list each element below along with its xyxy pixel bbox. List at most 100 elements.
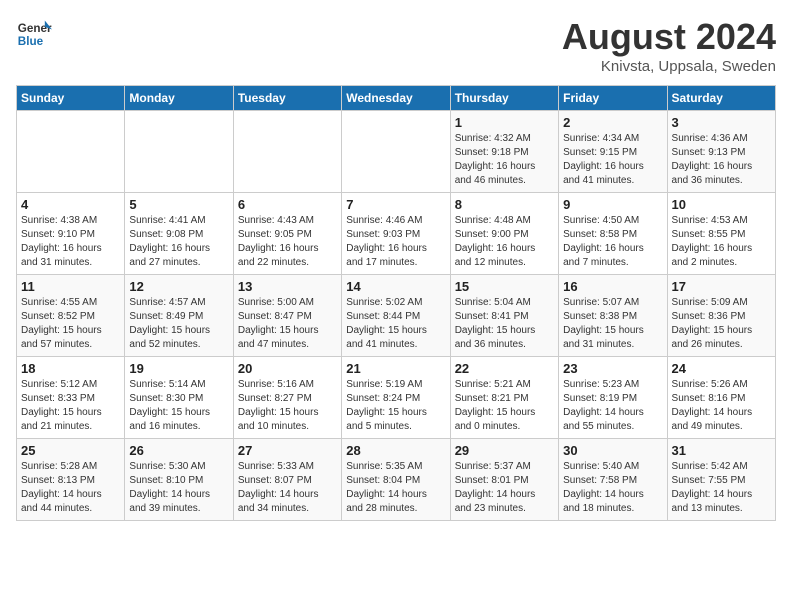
calendar-cell: 6 Sunrise: 4:43 AM Sunset: 9:05 PM Daylig… <box>233 193 341 275</box>
day-number: 3 <box>672 115 771 130</box>
day-number: 22 <box>455 361 554 376</box>
day-info: Sunrise: 4:46 AM Sunset: 9:03 PM Dayligh… <box>346 214 445 270</box>
calendar-table: SundayMondayTuesdayWednesdayThursdayFrid… <box>16 85 776 521</box>
day-info: Sunrise: 5:00 AM Sunset: 8:47 PM Dayligh… <box>238 296 337 352</box>
day-info: Sunrise: 5:21 AM Sunset: 8:21 PM Dayligh… <box>455 378 554 434</box>
day-info: Sunrise: 5:19 AM Sunset: 8:24 PM Dayligh… <box>346 378 445 434</box>
day-number: 13 <box>238 279 337 294</box>
day-info: Sunrise: 5:37 AM Sunset: 8:01 PM Dayligh… <box>455 460 554 516</box>
day-info: Sunrise: 5:40 AM Sunset: 7:58 PM Dayligh… <box>563 460 662 516</box>
day-header-wednesday: Wednesday <box>342 86 450 111</box>
day-number: 14 <box>346 279 445 294</box>
calendar-cell <box>17 111 125 193</box>
day-info: Sunrise: 4:41 AM Sunset: 9:08 PM Dayligh… <box>129 214 228 270</box>
day-number: 25 <box>21 443 120 458</box>
day-info: Sunrise: 5:28 AM Sunset: 8:13 PM Dayligh… <box>21 460 120 516</box>
calendar-cell: 19Sunrise: 5:14 AM Sunset: 8:30 PM Dayli… <box>125 357 233 439</box>
calendar-cell: 13 Sunrise: 5:00 AM Sunset: 8:47 PM Dayli… <box>233 275 341 357</box>
day-header-monday: Monday <box>125 86 233 111</box>
calendar-cell: 1Sunrise: 4:32 AM Sunset: 9:18 PM Daylig… <box>450 111 558 193</box>
calendar-cell: 8 Sunrise: 4:48 AM Sunset: 9:00 PM Daylig… <box>450 193 558 275</box>
day-number: 11 <box>21 279 120 294</box>
day-info: Sunrise: 5:14 AM Sunset: 8:30 PM Dayligh… <box>129 378 228 434</box>
calendar-cell <box>233 111 341 193</box>
week-row-4: 18 Sunrise: 5:12 AM Sunset: 8:33 PM Dayli… <box>17 357 776 439</box>
calendar-cell: 5 Sunrise: 4:41 AM Sunset: 9:08 PM Daylig… <box>125 193 233 275</box>
header-row: SundayMondayTuesdayWednesdayThursdayFrid… <box>17 86 776 111</box>
day-info: Sunrise: 5:16 AM Sunset: 8:27 PM Dayligh… <box>238 378 337 434</box>
day-info: Sunrise: 4:50 AM Sunset: 8:58 PM Dayligh… <box>563 214 662 270</box>
calendar-cell: 23 Sunrise: 5:23 AM Sunset: 8:19 PM Dayli… <box>559 357 667 439</box>
day-number: 9 <box>563 197 662 212</box>
day-info: Sunrise: 4:55 AM Sunset: 8:52 PM Dayligh… <box>21 296 120 352</box>
day-number: 6 <box>238 197 337 212</box>
day-info: Sunrise: 5:42 AM Sunset: 7:55 PM Dayligh… <box>672 460 771 516</box>
day-info: Sunrise: 4:38 AM Sunset: 9:10 PM Dayligh… <box>21 214 120 270</box>
day-number: 26 <box>129 443 228 458</box>
day-number: 15 <box>455 279 554 294</box>
calendar-cell: 31Sunrise: 5:42 AM Sunset: 7:55 PM Dayli… <box>667 439 775 521</box>
day-info: Sunrise: 5:02 AM Sunset: 8:44 PM Dayligh… <box>346 296 445 352</box>
title-block: August 2024 Knivsta, Uppsala, Sweden <box>562 16 776 75</box>
day-info: Sunrise: 4:57 AM Sunset: 8:49 PM Dayligh… <box>129 296 228 352</box>
day-info: Sunrise: 5:30 AM Sunset: 8:10 PM Dayligh… <box>129 460 228 516</box>
week-row-3: 11 Sunrise: 4:55 AM Sunset: 8:52 PM Dayli… <box>17 275 776 357</box>
day-number: 7 <box>346 197 445 212</box>
calendar-cell: 15 Sunrise: 5:04 AM Sunset: 8:41 PM Dayli… <box>450 275 558 357</box>
day-number: 5 <box>129 197 228 212</box>
day-number: 18 <box>21 361 120 376</box>
day-number: 2 <box>563 115 662 130</box>
calendar-cell: 26 Sunrise: 5:30 AM Sunset: 8:10 PM Dayli… <box>125 439 233 521</box>
day-header-sunday: Sunday <box>17 86 125 111</box>
day-number: 17 <box>672 279 771 294</box>
day-number: 23 <box>563 361 662 376</box>
day-info: Sunrise: 5:35 AM Sunset: 8:04 PM Dayligh… <box>346 460 445 516</box>
day-info: Sunrise: 5:04 AM Sunset: 8:41 PM Dayligh… <box>455 296 554 352</box>
calendar-cell: 22 Sunrise: 5:21 AM Sunset: 8:21 PM Dayli… <box>450 357 558 439</box>
day-info: Sunrise: 4:34 AM Sunset: 9:15 PM Dayligh… <box>563 132 662 188</box>
calendar-cell: 28 Sunrise: 5:35 AM Sunset: 8:04 PM Dayli… <box>342 439 450 521</box>
day-number: 30 <box>563 443 662 458</box>
day-number: 8 <box>455 197 554 212</box>
calendar-cell: 18 Sunrise: 5:12 AM Sunset: 8:33 PM Dayli… <box>17 357 125 439</box>
day-info: Sunrise: 4:48 AM Sunset: 9:00 PM Dayligh… <box>455 214 554 270</box>
calendar-cell: 24Sunrise: 5:26 AM Sunset: 8:16 PM Dayli… <box>667 357 775 439</box>
week-row-5: 25 Sunrise: 5:28 AM Sunset: 8:13 PM Dayli… <box>17 439 776 521</box>
calendar-cell: 29Sunrise: 5:37 AM Sunset: 8:01 PM Dayli… <box>450 439 558 521</box>
week-row-2: 4 Sunrise: 4:38 AM Sunset: 9:10 PM Daylig… <box>17 193 776 275</box>
location: Knivsta, Uppsala, Sweden <box>562 58 776 75</box>
day-header-thursday: Thursday <box>450 86 558 111</box>
day-info: Sunrise: 4:43 AM Sunset: 9:05 PM Dayligh… <box>238 214 337 270</box>
calendar-cell: 21Sunrise: 5:19 AM Sunset: 8:24 PM Dayli… <box>342 357 450 439</box>
day-number: 27 <box>238 443 337 458</box>
day-info: Sunrise: 5:23 AM Sunset: 8:19 PM Dayligh… <box>563 378 662 434</box>
calendar-cell <box>342 111 450 193</box>
calendar-cell: 4 Sunrise: 4:38 AM Sunset: 9:10 PM Daylig… <box>17 193 125 275</box>
day-number: 4 <box>21 197 120 212</box>
day-number: 16 <box>563 279 662 294</box>
calendar-cell: 25 Sunrise: 5:28 AM Sunset: 8:13 PM Dayli… <box>17 439 125 521</box>
day-header-saturday: Saturday <box>667 86 775 111</box>
day-info: Sunrise: 4:36 AM Sunset: 9:13 PM Dayligh… <box>672 132 771 188</box>
calendar-cell: 12 Sunrise: 4:57 AM Sunset: 8:49 PM Dayli… <box>125 275 233 357</box>
logo-icon: General Blue <box>16 16 52 52</box>
svg-text:Blue: Blue <box>18 35 44 48</box>
day-number: 1 <box>455 115 554 130</box>
calendar-cell: 7 Sunrise: 4:46 AM Sunset: 9:03 PM Daylig… <box>342 193 450 275</box>
day-header-tuesday: Tuesday <box>233 86 341 111</box>
day-info: Sunrise: 5:12 AM Sunset: 8:33 PM Dayligh… <box>21 378 120 434</box>
calendar-cell: 10Sunrise: 4:53 AM Sunset: 8:55 PM Dayli… <box>667 193 775 275</box>
day-info: Sunrise: 5:33 AM Sunset: 8:07 PM Dayligh… <box>238 460 337 516</box>
logo: General Blue <box>16 16 52 52</box>
page-header: General Blue August 2024 Knivsta, Uppsal… <box>16 16 776 75</box>
calendar-cell: 17 Sunrise: 5:09 AM Sunset: 8:36 PM Dayli… <box>667 275 775 357</box>
day-info: Sunrise: 5:09 AM Sunset: 8:36 PM Dayligh… <box>672 296 771 352</box>
day-info: Sunrise: 5:26 AM Sunset: 8:16 PM Dayligh… <box>672 378 771 434</box>
day-number: 28 <box>346 443 445 458</box>
calendar-cell: 9 Sunrise: 4:50 AM Sunset: 8:58 PM Daylig… <box>559 193 667 275</box>
day-number: 20 <box>238 361 337 376</box>
calendar-cell: 27 Sunrise: 5:33 AM Sunset: 8:07 PM Dayli… <box>233 439 341 521</box>
day-info: Sunrise: 5:07 AM Sunset: 8:38 PM Dayligh… <box>563 296 662 352</box>
day-info: Sunrise: 4:53 AM Sunset: 8:55 PM Dayligh… <box>672 214 771 270</box>
day-number: 12 <box>129 279 228 294</box>
